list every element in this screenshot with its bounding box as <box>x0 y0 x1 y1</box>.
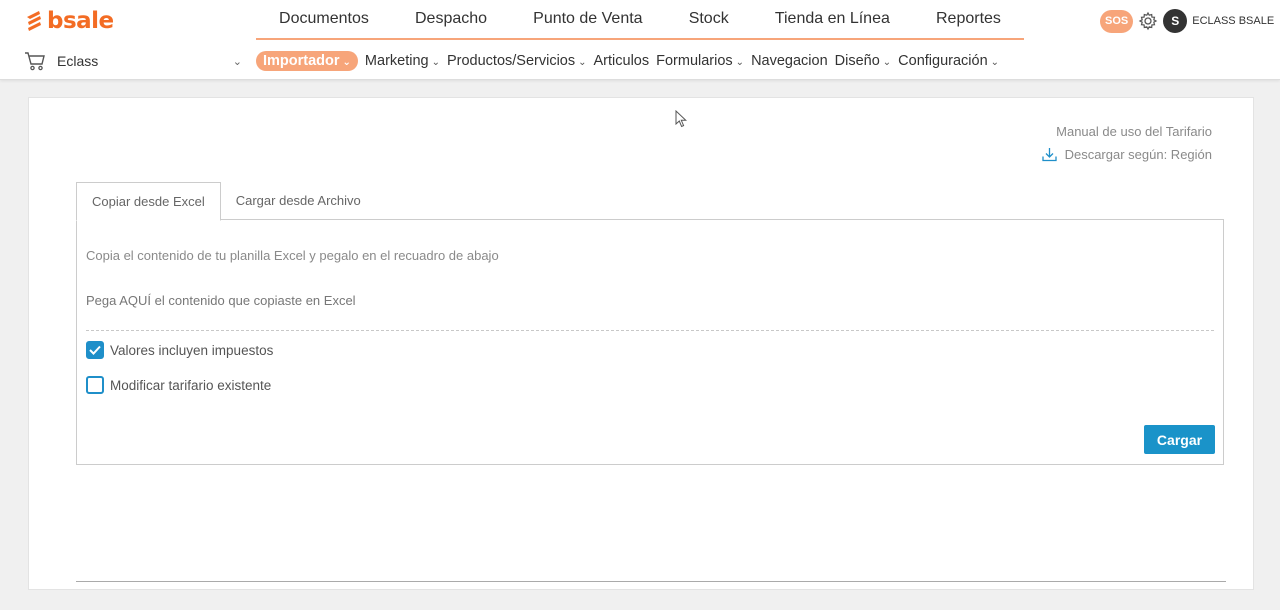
brand-name: bsale <box>47 8 114 34</box>
mouse-cursor-icon <box>675 110 687 128</box>
subnav-label: Diseño <box>834 53 880 69</box>
main-nav: Documentos Despacho Punto de Venta Stock… <box>256 0 1024 40</box>
nav-despacho[interactable]: Despacho <box>415 10 487 28</box>
cargar-button[interactable]: Cargar <box>1144 425 1215 454</box>
subnav-label: Marketing <box>364 53 429 69</box>
subnav-navegacion[interactable]: Navegacion <box>751 53 828 69</box>
check-icon <box>89 345 101 355</box>
paste-area[interactable]: Pega AQUÍ el contenido que copiaste en E… <box>86 293 1214 331</box>
subnav-label: Productos/Servicios <box>446 53 576 69</box>
top-bar: bsale Documentos Despacho Punto de Venta… <box>0 0 1280 80</box>
subnav-label: Articulos <box>593 53 650 69</box>
nav-stock[interactable]: Stock <box>689 10 729 28</box>
option-label: Valores incluyen impuestos <box>110 342 274 358</box>
subnav-label: Configuración <box>898 53 988 69</box>
checkbox-checked[interactable] <box>86 341 104 359</box>
gear-icon[interactable] <box>1138 11 1158 31</box>
sub-nav: Importador ⌄ Marketing ⌄ Productos/Servici… <box>256 48 999 74</box>
subnav-productos-servicios[interactable]: Productos/Servicios ⌄ <box>447 53 587 69</box>
brand-logo[interactable]: bsale <box>24 7 114 35</box>
instructions-text: Copia el contenido de tu planilla Excel … <box>86 248 499 263</box>
tarifario-links: Manual de uso del Tarifario Descargar se… <box>1041 120 1212 166</box>
subnav-configuracion[interactable]: Configuración ⌄ <box>898 53 999 69</box>
tab-cargar-desde-archivo[interactable]: Cargar desde Archivo <box>221 182 376 220</box>
chevron-down-icon: ⌄ <box>882 57 892 68</box>
chevron-down-icon: ⌄ <box>990 57 1000 68</box>
user-name[interactable]: ECLASS BSALE <box>1192 15 1274 27</box>
download-link-label: Descargar según: Región <box>1064 147 1212 162</box>
store-selector[interactable]: Eclass ⌄ <box>24 48 242 74</box>
option-valores-incluyen-impuestos[interactable]: Valores incluyen impuestos <box>86 341 273 359</box>
checkbox-unchecked[interactable] <box>86 376 104 394</box>
nav-reportes[interactable]: Reportes <box>936 10 1001 28</box>
subnav-label: Navegacion <box>751 53 828 69</box>
nav-punto-de-venta[interactable]: Punto de Venta <box>533 10 642 28</box>
user-area: SOS S ECLASS BSALE <box>1100 8 1274 34</box>
divider <box>76 581 1226 582</box>
option-label: Modificar tarifario existente <box>110 377 272 393</box>
tab-copiar-desde-excel[interactable]: Copiar desde Excel <box>76 182 221 221</box>
tab-panel: Copia el contenido de tu planilla Excel … <box>76 219 1224 465</box>
import-tabs: Copiar desde Excel Cargar desde Archivo <box>76 182 376 221</box>
avatar[interactable]: S <box>1163 9 1188 33</box>
sos-button[interactable]: SOS <box>1100 9 1134 33</box>
manual-link[interactable]: Manual de uso del Tarifario <box>1042 120 1212 143</box>
option-modificar-tarifario[interactable]: Modificar tarifario existente <box>86 376 271 394</box>
store-selector-label: Eclass <box>57 53 99 69</box>
chevron-down-icon: ⌄ <box>342 57 351 68</box>
bsale-logo-icon <box>27 11 41 31</box>
chevron-down-icon: ⌄ <box>431 57 440 68</box>
cart-icon <box>25 52 45 71</box>
nav-documentos[interactable]: Documentos <box>279 10 369 28</box>
download-icon <box>1041 148 1057 162</box>
subnav-articulos[interactable]: Articulos <box>594 53 650 69</box>
importer-card: Manual de uso del Tarifario Descargar se… <box>28 97 1254 590</box>
subnav-formularios[interactable]: Formularios ⌄ <box>656 53 744 69</box>
chevron-down-icon: ⌄ <box>232 55 242 68</box>
download-link[interactable]: Descargar según: Región <box>1041 143 1212 166</box>
subnav-diseno[interactable]: Diseño ⌄ <box>835 53 892 69</box>
subnav-label: Importador <box>263 53 340 69</box>
nav-tienda-en-linea[interactable]: Tienda en Línea <box>775 10 890 28</box>
chevron-down-icon: ⌄ <box>578 57 587 68</box>
subnav-importador[interactable]: Importador ⌄ <box>256 51 358 71</box>
subnav-label: Formularios <box>656 53 733 69</box>
subnav-marketing[interactable]: Marketing ⌄ <box>365 53 440 69</box>
chevron-down-icon: ⌄ <box>735 57 745 68</box>
